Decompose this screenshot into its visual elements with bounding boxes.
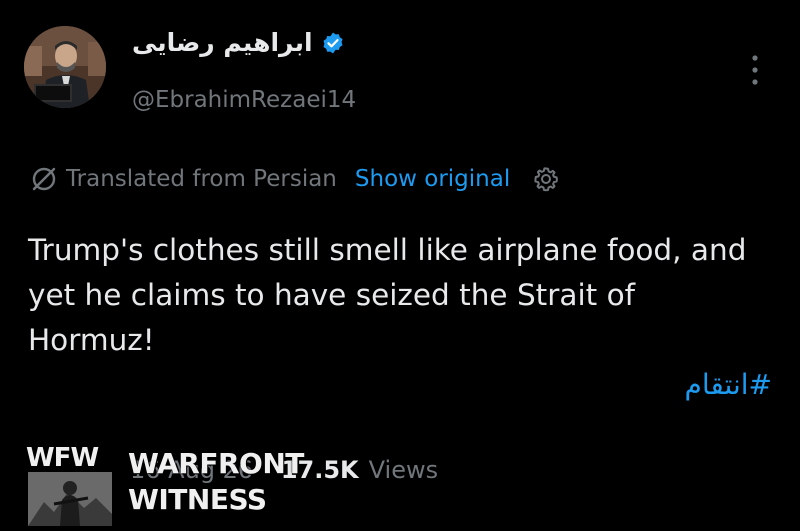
more-options-icon[interactable]: [750, 54, 760, 86]
translation-bar: Translated from Persian Show original: [30, 165, 560, 193]
watermark-line2: WITNESS: [128, 483, 267, 516]
avatar[interactable]: [24, 26, 106, 108]
settings-gear-icon[interactable]: [532, 165, 560, 193]
translate-icon: [32, 167, 56, 191]
display-name-row[interactable]: ابراهیم رضایی: [132, 28, 345, 57]
watermark-text: WARFRONT WITNESS: [128, 446, 304, 518]
user-handle[interactable]: @EbrahimRezaei14: [132, 87, 356, 113]
display-name[interactable]: ابراهیم رضایی: [132, 28, 313, 57]
watermark-logo-text: WFW: [26, 443, 98, 473]
verified-badge-icon: [323, 32, 343, 53]
views-label: Views: [368, 456, 439, 484]
watermark-logo: WFW: [24, 442, 116, 530]
avatar-image: [24, 26, 106, 108]
translation-label: Translated from Persian: [66, 166, 337, 192]
watermark-line1: WARFRONT: [128, 447, 304, 480]
tweet-text: Trump's clothes still smell like airplan…: [28, 233, 747, 357]
hashtag-link[interactable]: #انتقام: [684, 368, 772, 401]
show-original-link[interactable]: Show original: [355, 166, 510, 192]
